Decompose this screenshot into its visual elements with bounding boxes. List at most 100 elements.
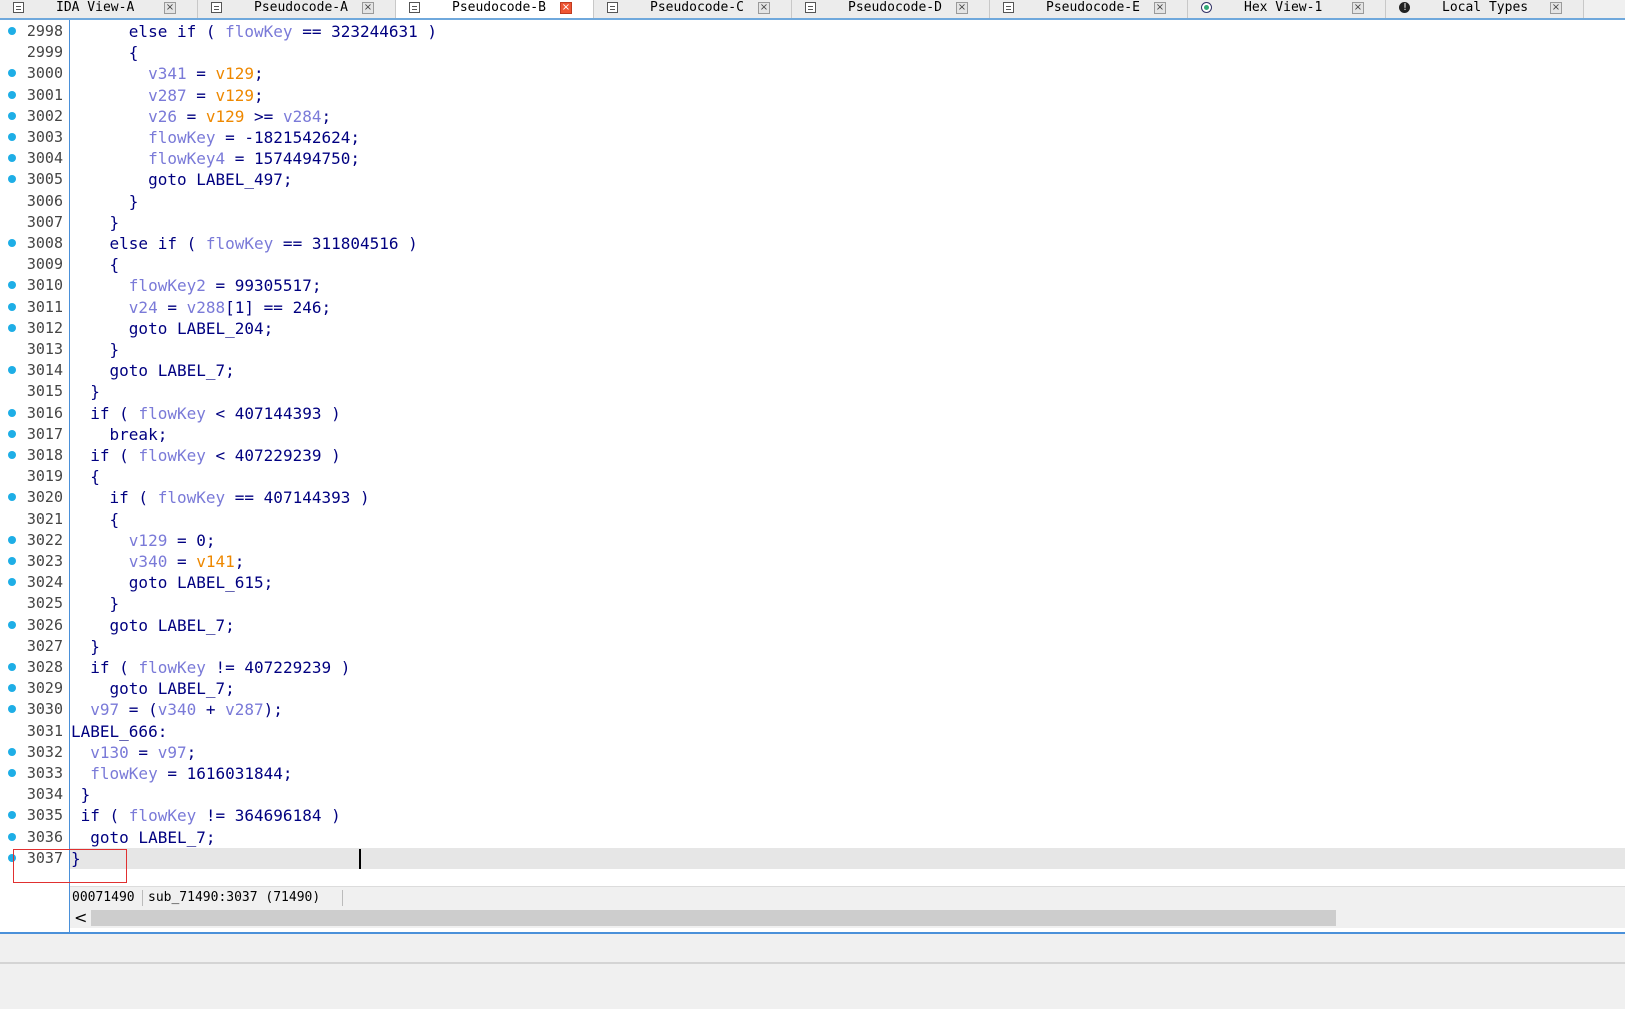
tab-ida-view-a[interactable]: IDA View-A × <box>0 0 198 18</box>
breakpoint-dot-icon[interactable] <box>8 27 16 35</box>
close-icon[interactable]: × <box>362 2 374 14</box>
tab-pseudocode-a[interactable]: Pseudocode-A × <box>198 0 396 18</box>
scroll-left-icon[interactable]: < <box>74 908 87 928</box>
code-line[interactable]: 3006 } <box>0 191 1625 212</box>
breakpoint-dot-icon[interactable] <box>8 133 16 141</box>
breakpoint-dot-icon[interactable] <box>8 111 16 120</box>
code-token: } <box>71 212 120 232</box>
pseudocode-editor[interactable]: 2998 else if ( flowKey == 323244631 ) 299… <box>8 20 1625 886</box>
code-token: break; <box>71 424 168 444</box>
code-line[interactable]: 3013 } <box>0 339 1625 360</box>
breakpoint-dot-icon[interactable] <box>8 429 16 438</box>
code-line[interactable]: 3028 if ( flowKey != 407229239 ) <box>0 657 1625 678</box>
code-line[interactable]: 3004 flowKey4 = 1574494750; <box>0 148 1625 169</box>
code-line[interactable]: 3034 } <box>0 784 1625 805</box>
code-text: goto LABEL_7; <box>71 360 235 381</box>
code-text: v97 = (v340 + v287); <box>71 699 283 720</box>
code-token: } <box>71 191 139 211</box>
code-line[interactable]: 3033 flowKey = 1616031844; <box>0 763 1625 784</box>
tab-pseudocode-d[interactable]: Pseudocode-D × <box>792 0 990 18</box>
doc-icon <box>211 2 222 13</box>
tab-pseudocode-e[interactable]: Pseudocode-E × <box>990 0 1188 18</box>
code-line[interactable]: 3012 goto LABEL_204; <box>0 318 1625 339</box>
code-line[interactable]: 3021 { <box>0 509 1625 530</box>
code-token: < 407144393 ) <box>205 403 341 423</box>
close-icon[interactable]: × <box>1550 2 1562 14</box>
tab-pseudocode-b[interactable]: Pseudocode-B × <box>396 0 594 18</box>
tab-hex-view-1[interactable]: Hex View-1 × <box>1188 0 1386 18</box>
breakpoint-dot-icon[interactable] <box>8 747 16 756</box>
code-line[interactable]: 3019 { <box>0 466 1625 487</box>
close-icon[interactable]: × <box>1352 2 1364 14</box>
code-line[interactable]: 3023 v340 = v141; <box>0 551 1625 572</box>
code-line[interactable]: 3024 goto LABEL_615; <box>0 572 1625 593</box>
code-line[interactable]: 3025 } <box>0 593 1625 614</box>
code-line[interactable]: 3029 goto LABEL_7; <box>0 678 1625 699</box>
breakpoint-dot-icon[interactable] <box>8 90 16 99</box>
code-line[interactable]: 3020 if ( flowKey == 407144393 ) <box>0 487 1625 508</box>
breakpoint-dot-icon[interactable] <box>8 408 16 417</box>
code-text: { <box>71 254 120 275</box>
breakpoint-dot-icon[interactable] <box>8 323 16 332</box>
code-token: != 364696184 ) <box>196 806 341 826</box>
breakpoint-dot-icon[interactable] <box>8 535 16 544</box>
code-token: ; <box>254 85 264 105</box>
code-line[interactable]: 3022 v129 = 0; <box>0 530 1625 551</box>
code-line[interactable]: 3015 } <box>0 381 1625 402</box>
code-token: = -1821542624; <box>215 128 360 147</box>
close-icon[interactable]: × <box>1154 2 1166 14</box>
code-line[interactable]: 3005 goto LABEL_497; <box>0 169 1625 190</box>
code-line[interactable]: 3010 flowKey2 = 99305517; <box>0 275 1625 296</box>
code-token: == 311804516 ) <box>273 234 418 253</box>
close-icon[interactable]: × <box>164 2 176 14</box>
variable-token: v284 <box>282 106 322 126</box>
code-line[interactable]: 3026 goto LABEL_7; <box>0 615 1625 636</box>
code-line[interactable]: 3035 if ( flowKey != 364696184 ) <box>0 805 1625 826</box>
code-line[interactable]: 3027 } <box>0 636 1625 657</box>
breakpoint-dot-icon[interactable] <box>8 832 16 841</box>
code-line[interactable]: 2999 { <box>0 42 1625 63</box>
code-line[interactable]: 3002 v26 = v129 >= v284; <box>0 106 1625 127</box>
code-text: goto LABEL_204; <box>71 318 274 339</box>
variable-token: v341 <box>148 64 187 84</box>
code-line[interactable]: 3000 v341 = v129; <box>0 63 1625 84</box>
code-token: goto LABEL_7; <box>71 361 235 381</box>
code-line[interactable]: 3036 goto LABEL_7; <box>0 827 1625 848</box>
status-address: 00071490 <box>72 890 135 905</box>
variable-token: flowKey2 <box>128 276 206 296</box>
tab-pseudocode-c[interactable]: Pseudocode-C × <box>594 0 792 18</box>
code-line[interactable]: 3018 if ( flowKey < 407229239 ) <box>0 445 1625 466</box>
code-line[interactable]: 3014 goto LABEL_7; <box>0 360 1625 381</box>
code-line[interactable]: 3030 v97 = (v340 + v287); <box>0 699 1625 720</box>
scrollbar-thumb[interactable] <box>91 910 1336 926</box>
code-token: [1] == 246; <box>225 297 332 317</box>
code-line[interactable]: 3001 v287 = v129; <box>0 85 1625 106</box>
code-line[interactable]: 3037} <box>0 848 1625 869</box>
breakpoint-dot-icon[interactable] <box>8 557 16 565</box>
breakpoint-dot-icon[interactable] <box>8 663 16 671</box>
code-line[interactable]: 2998 else if ( flowKey == 323244631 ) <box>0 21 1625 42</box>
code-line[interactable]: 3003 flowKey = -1821542624; <box>0 127 1625 148</box>
tab-local-types[interactable]: Local Types × <box>1386 0 1584 18</box>
code-line[interactable]: 3017 break; <box>0 424 1625 445</box>
breakpoint-dot-icon[interactable] <box>8 769 16 777</box>
doc-icon <box>13 2 24 13</box>
line-number: 3021 <box>26 509 63 528</box>
code-token: } <box>71 340 120 359</box>
code-token: } <box>71 382 100 402</box>
code-line[interactable]: 3009 { <box>0 254 1625 275</box>
close-icon[interactable]: × <box>560 2 572 14</box>
code-line[interactable]: 3011 v24 = v288[1] == 246; <box>0 297 1625 318</box>
code-line[interactable]: 3016 if ( flowKey < 407144393 ) <box>0 403 1625 424</box>
code-line[interactable]: 3031 LABEL_666: <box>0 721 1625 742</box>
horizontal-scrollbar[interactable]: < <box>70 908 1625 928</box>
breakpoint-dot-icon[interactable] <box>8 302 16 311</box>
close-icon[interactable]: × <box>758 2 770 14</box>
breakpoint-dot-icon[interactable] <box>8 620 16 629</box>
breakpoint-dot-icon[interactable] <box>8 239 16 247</box>
code-line[interactable]: 3007 } <box>0 212 1625 233</box>
code-line[interactable]: 3032 v130 = v97; <box>0 742 1625 763</box>
breakpoint-dot-icon[interactable] <box>8 451 16 459</box>
code-line[interactable]: 3008 else if ( flowKey == 311804516 ) <box>0 233 1625 254</box>
close-icon[interactable]: × <box>956 2 968 14</box>
